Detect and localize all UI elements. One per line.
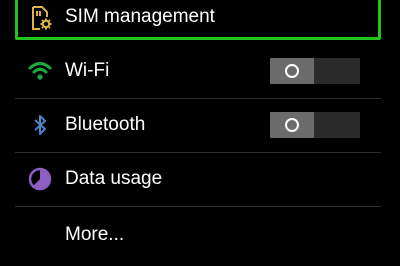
wifi-icon [28,62,52,80]
data-usage-label: Data usage [65,168,163,189]
bluetooth-item[interactable]: Bluetooth [0,98,400,152]
data-usage-icon [28,167,52,191]
bluetooth-toggle-thumb [270,112,314,138]
divider [15,206,381,207]
wifi-item[interactable]: Wi-Fi [0,44,400,98]
bluetooth-label: Bluetooth [65,114,146,135]
toggle-off-icon [285,118,299,132]
more-label: More... [65,224,125,245]
bluetooth-icon [34,115,46,135]
toggle-off-icon [285,64,299,78]
settings-list: SIM management Wi-Fi Bluetooth Data usag… [0,0,400,266]
bluetooth-toggle[interactable] [270,112,360,138]
data-usage-item[interactable]: Data usage [0,152,400,206]
wifi-toggle[interactable] [270,58,360,84]
wifi-toggle-thumb [270,58,314,84]
sim-management-item[interactable]: SIM management [0,0,400,40]
sim-settings-icon [32,6,52,30]
sim-management-label: SIM management [65,6,215,27]
wifi-label: Wi-Fi [65,60,110,81]
more-item[interactable]: More... [0,208,400,262]
